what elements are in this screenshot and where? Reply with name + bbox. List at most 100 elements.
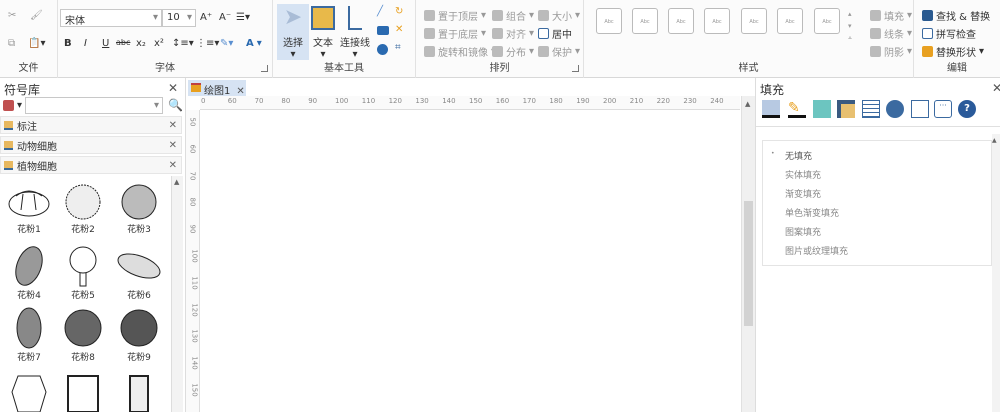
replace-shape-button[interactable]: 替换形状 ▾ (922, 44, 984, 59)
fill-option-mono-gradient[interactable]: 单色渐变填充 (785, 206, 839, 219)
comment-icon[interactable]: ··· (934, 100, 952, 118)
underline-button[interactable]: U (102, 38, 109, 49)
highlight-icon[interactable]: ✎▾ (220, 38, 233, 49)
symbol-plant-cell[interactable] (111, 372, 167, 412)
symbol-pollen-9[interactable]: 花粉9 (111, 306, 167, 363)
fill-option-solid[interactable]: 实体填充 (785, 168, 821, 181)
line-button[interactable]: 线条 ▾ (870, 26, 912, 41)
protect-button[interactable]: 保护 ▾ (538, 44, 580, 59)
fill-panel-scrollbar[interactable]: ▲ (992, 134, 1000, 412)
tab-drawing1[interactable]: 绘图1 ✕ (188, 80, 246, 97)
document-icon[interactable] (862, 100, 880, 118)
ellipse-icon[interactable] (377, 44, 388, 55)
globe-icon[interactable] (886, 100, 904, 118)
strikethrough-button[interactable]: abc (116, 38, 130, 47)
spell-check-button[interactable]: 拼写检查 (922, 26, 976, 41)
distribute-button[interactable]: 分布 ▾ (492, 44, 534, 59)
close-icon[interactable]: ✕ (169, 120, 177, 131)
fill-option-pattern[interactable]: 图案填充 (785, 225, 821, 238)
superscript-button[interactable]: x² (154, 38, 164, 49)
size-button[interactable]: 大小 ▾ (538, 8, 580, 23)
connector-tool-button[interactable]: 连接线 ▾ (337, 4, 373, 60)
format-painter-icon[interactable]: 🖌 (30, 10, 43, 21)
find-replace-button[interactable]: 查找 & 替换 (922, 8, 990, 23)
fill-option-none[interactable]: 无填充 (785, 149, 812, 162)
fill-icon[interactable] (762, 100, 780, 118)
symbol-plant-cell[interactable] (1, 372, 57, 412)
close-icon[interactable]: ✕ (992, 81, 1000, 95)
symbol-pollen-7[interactable]: 花粉7 (1, 306, 57, 363)
font-size-select[interactable]: 10 ▾ (162, 9, 196, 27)
rotate-mirror-button[interactable]: 旋转和镜像▾ (424, 44, 496, 59)
cross-icon[interactable]: ✕ (395, 24, 403, 35)
bold-button[interactable]: B (64, 38, 72, 49)
symbol-pollen-8[interactable]: 花粉8 (55, 306, 111, 363)
select-tool-button[interactable]: ➤ 选择 ▾ (277, 4, 309, 60)
line-spacing-icon[interactable]: ↕≡▾ (172, 38, 194, 49)
style-swatch[interactable]: Abc (668, 8, 694, 34)
style-swatch[interactable]: Abc (777, 8, 803, 34)
line-icon[interactable]: ╱ (377, 6, 383, 17)
fill-button[interactable]: 填充 ▾ (870, 8, 912, 23)
italic-button[interactable]: I (84, 38, 87, 49)
font-name-select[interactable]: 宋体 ▾ (60, 9, 162, 27)
styles-scroll-arrows[interactable]: ▴ ▾ ⩡ (848, 8, 852, 44)
crop-icon[interactable]: ⌗ (395, 42, 401, 53)
connector-icon (348, 6, 362, 30)
close-icon[interactable]: ✕ (169, 140, 177, 151)
bring-to-front-button[interactable]: 置于顶层 ▾ (424, 8, 486, 23)
scroll-up-icon[interactable]: ▲ (745, 100, 750, 108)
arrange-dialog-launcher[interactable] (572, 65, 579, 72)
style-swatch[interactable]: Abc (814, 8, 840, 34)
shadow-button[interactable]: 阴影 ▾ (870, 44, 912, 59)
symbol-plant-cell[interactable] (55, 372, 111, 412)
category-annotation[interactable]: 标注 ✕ (0, 116, 182, 134)
center-button[interactable]: 居中 (538, 26, 572, 41)
style-swatch[interactable]: Abc (632, 8, 658, 34)
category-animal-cell[interactable]: 动物细胞 ✕ (0, 136, 182, 154)
paste-icon[interactable]: 📋▾ (28, 38, 45, 49)
fill-option-gradient[interactable]: 渐变填充 (785, 187, 821, 200)
help-icon[interactable]: ? (958, 100, 976, 118)
font-dialog-launcher[interactable] (261, 65, 268, 72)
rectangle-icon[interactable] (377, 26, 389, 35)
scroll-thumb[interactable] (744, 201, 753, 326)
arc-icon[interactable]: ↻ (395, 6, 403, 17)
align-icon[interactable]: ☰▾ (236, 12, 250, 23)
align-button[interactable]: 对齐 ▾ (492, 26, 534, 41)
library-scrollbar[interactable]: ▲ (171, 176, 183, 412)
font-color-button[interactable]: A ▾ (246, 38, 262, 49)
cut-icon[interactable]: ✂ (8, 10, 16, 21)
symbol-pollen-2[interactable]: 花粉2 (55, 182, 111, 235)
bullets-icon[interactable]: ⋮≡▾ (196, 38, 219, 49)
style-swatch[interactable]: Abc (741, 8, 767, 34)
search-icon[interactable]: 🔍 (168, 98, 183, 112)
canvas-scrollbar[interactable]: ▲ (741, 96, 755, 412)
style-swatch[interactable]: Abc (596, 8, 622, 34)
subscript-button[interactable]: x₂ (136, 38, 146, 49)
fill-option-picture[interactable]: 图片或纹理填充 (785, 244, 848, 257)
text-tool-button[interactable]: 文本 ▾ (307, 4, 339, 60)
shadow-icon[interactable] (837, 100, 855, 118)
close-icon[interactable]: ✕ (169, 160, 177, 171)
color-icon[interactable] (813, 100, 831, 118)
close-icon[interactable]: ✕ (168, 81, 178, 95)
symbol-pollen-3[interactable]: 花粉3 (111, 182, 167, 235)
copy-icon[interactable]: ⧉ (8, 38, 15, 49)
category-label: 标注 (17, 121, 37, 133)
library-search-input[interactable]: ▾ (25, 97, 163, 114)
send-to-back-button[interactable]: 置于底层 ▾ (424, 26, 486, 41)
symbol-pollen-6[interactable]: 花粉6 (111, 244, 167, 301)
group-button[interactable]: 组合 ▾ (492, 8, 534, 23)
style-swatch[interactable]: Abc (704, 8, 730, 34)
line-icon[interactable]: ✎ (788, 100, 806, 118)
symbol-pollen-4[interactable]: 花粉4 (1, 244, 57, 301)
library-menu-icon[interactable]: ▾ (3, 100, 22, 111)
shrink-font-button[interactable]: A⁻ (219, 12, 231, 23)
drawing-canvas[interactable]: 绘图1 ✕ 0 60 70 80 90 100 110 120 130 140 150 160 170 18… (186, 78, 755, 412)
grow-font-button[interactable]: A⁺ (200, 12, 212, 23)
symbol-pollen-1[interactable]: 花粉1 (1, 182, 57, 235)
category-plant-cell[interactable]: 植物细胞 ✕ (0, 156, 182, 174)
attachment-icon[interactable] (911, 100, 929, 118)
symbol-pollen-5[interactable]: 花粉5 (55, 244, 111, 301)
